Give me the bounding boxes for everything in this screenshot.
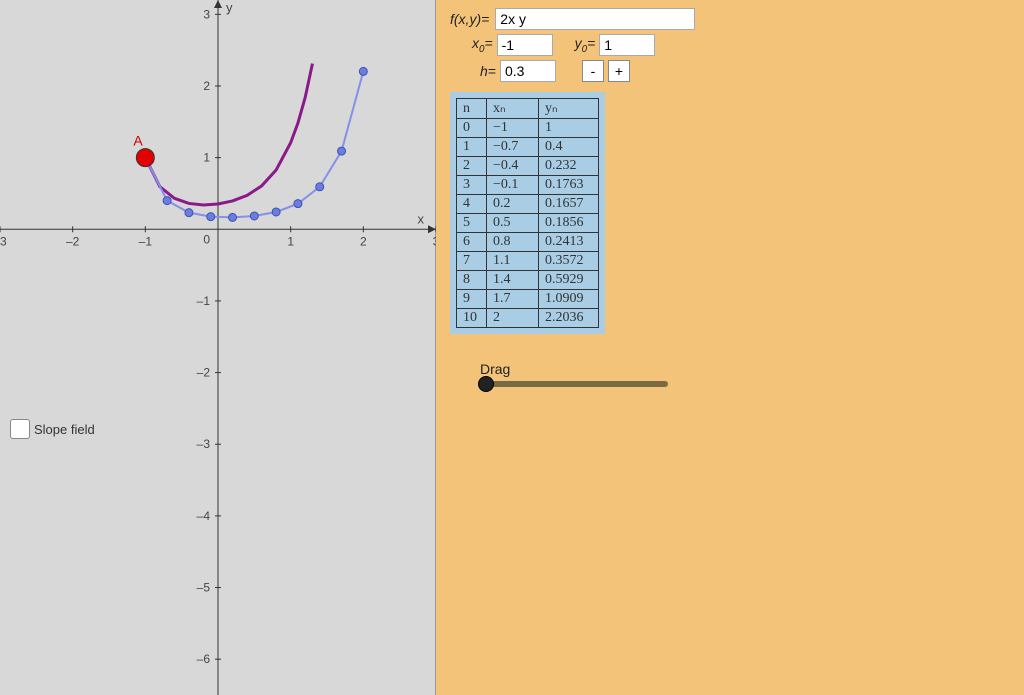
drag-slider-label: Drag (480, 361, 1010, 377)
svg-text:1: 1 (203, 151, 210, 165)
slope-field-label: Slope field (34, 422, 95, 437)
table-cell: 0.232 (539, 157, 599, 176)
svg-text:2: 2 (203, 79, 210, 93)
svg-text:x: x (418, 211, 425, 226)
svg-text:–1: –1 (139, 234, 153, 248)
x0-label: x0= (472, 35, 493, 55)
svg-text:3: 3 (203, 7, 210, 21)
table-cell: 2 (487, 309, 539, 328)
table-cell: 1.0909 (539, 290, 599, 309)
table-row: 81.40.5929 (457, 271, 599, 290)
table-cell: 0.3572 (539, 252, 599, 271)
table-cell: 7 (457, 252, 487, 271)
table-row: 91.71.0909 (457, 290, 599, 309)
table-row: 1022.2036 (457, 309, 599, 328)
slope-field-checkbox[interactable] (10, 419, 30, 439)
table-cell: 1.7 (487, 290, 539, 309)
table-cell: 5 (457, 214, 487, 233)
table-cell: 0.2413 (539, 233, 599, 252)
drag-slider-thumb[interactable] (478, 376, 494, 392)
table-cell: 10 (457, 309, 487, 328)
x0-input[interactable] (497, 34, 553, 56)
slope-field-checkbox-wrap[interactable]: Slope field (10, 419, 95, 439)
plot-svg: xy–3–2–1123321–1–2–3–4–5–60A (0, 0, 436, 695)
table-row: 71.10.3572 (457, 252, 599, 271)
table-cell: 2 (457, 157, 487, 176)
table-cell: 0.8 (487, 233, 539, 252)
svg-text:2: 2 (360, 234, 367, 248)
table-row: 60.80.2413 (457, 233, 599, 252)
graph-pane[interactable]: xy–3–2–1123321–1–2–3–4–5–60A Slope field (0, 0, 436, 695)
table-row: 3−0.10.1763 (457, 176, 599, 195)
table-cell: 0.1657 (539, 195, 599, 214)
control-pane: f(x,y)= x0= y0= h= - + nxₙyₙ 0−111−0.70.… (436, 0, 1024, 695)
svg-text:–3: –3 (0, 234, 7, 248)
svg-text:–6: –6 (197, 652, 211, 666)
svg-text:–5: –5 (197, 581, 211, 595)
svg-text:–1: –1 (197, 294, 211, 308)
svg-text:–2: –2 (66, 234, 80, 248)
y0-input[interactable] (599, 34, 655, 56)
table-cell: 0.4 (539, 138, 599, 157)
svg-text:–2: –2 (197, 366, 211, 380)
table-cell: 9 (457, 290, 487, 309)
table-cell: 1 (539, 119, 599, 138)
svg-text:1: 1 (287, 234, 294, 248)
h-input[interactable] (500, 60, 556, 82)
drag-slider-wrap: Drag (478, 361, 1010, 387)
svg-text:–3: –3 (197, 437, 211, 451)
svg-text:–4: –4 (197, 509, 211, 523)
table-cell: 2.2036 (539, 309, 599, 328)
table-row: 50.50.1856 (457, 214, 599, 233)
table-row: 40.20.1657 (457, 195, 599, 214)
y0-label: y0= (575, 35, 596, 55)
table-cell: −0.4 (487, 157, 539, 176)
table-cell: −0.7 (487, 138, 539, 157)
euler-table: nxₙyₙ 0−111−0.70.42−0.40.2323−0.10.17634… (456, 98, 599, 328)
fxy-label: f(x,y)= (450, 11, 489, 27)
table-cell: −1 (487, 119, 539, 138)
table-cell: 1.4 (487, 271, 539, 290)
svg-text:0: 0 (203, 232, 210, 246)
table-row: 2−0.40.232 (457, 157, 599, 176)
svg-text:y: y (226, 0, 233, 15)
table-cell: 1 (457, 138, 487, 157)
table-header-0: n (457, 99, 487, 119)
table-cell: 6 (457, 233, 487, 252)
table-cell: 4 (457, 195, 487, 214)
table-row: 0−11 (457, 119, 599, 138)
minus-button[interactable]: - (582, 60, 604, 82)
euler-table-wrap: nxₙyₙ 0−111−0.70.42−0.40.2323−0.10.17634… (450, 92, 605, 334)
table-cell: 0.2 (487, 195, 539, 214)
table-cell: 1.1 (487, 252, 539, 271)
plus-button[interactable]: + (608, 60, 630, 82)
table-cell: 3 (457, 176, 487, 195)
h-label: h= (480, 63, 496, 79)
table-cell: 0.5 (487, 214, 539, 233)
table-cell: 0 (457, 119, 487, 138)
table-cell: 0.1856 (539, 214, 599, 233)
fxy-input[interactable] (495, 8, 695, 30)
table-header-2: yₙ (539, 99, 599, 119)
drag-slider-track[interactable] (478, 381, 668, 387)
table-cell: 0.5929 (539, 271, 599, 290)
table-header-1: xₙ (487, 99, 539, 119)
table-cell: 8 (457, 271, 487, 290)
svg-text:A: A (133, 133, 143, 149)
table-cell: −0.1 (487, 176, 539, 195)
table-row: 1−0.70.4 (457, 138, 599, 157)
table-cell: 0.1763 (539, 176, 599, 195)
